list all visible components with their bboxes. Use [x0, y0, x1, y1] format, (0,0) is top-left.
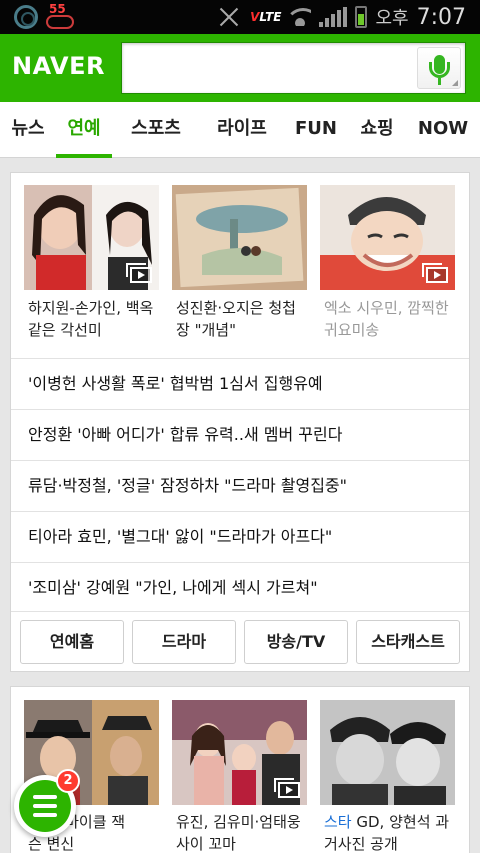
- photo-caption-2[interactable]: 성진환·오지은 청첩 장 "개념": [176, 297, 311, 341]
- notification-count: 55: [49, 2, 66, 16]
- tab-now[interactable]: NOW: [412, 102, 474, 158]
- broadcast-tv-button[interactable]: 방송/TV: [244, 620, 348, 664]
- photo-caption-3[interactable]: 엑소 시우민, 깜찍한 귀요미송: [324, 297, 459, 341]
- naver-logo[interactable]: NAVER: [12, 52, 105, 80]
- search-box[interactable]: [121, 42, 466, 94]
- tab-news[interactable]: 뉴스: [2, 102, 54, 158]
- battery-icon: [355, 6, 368, 28]
- photo-caption-1[interactable]: 하지원-손가인, 백옥 같은 각선미: [28, 297, 163, 341]
- tab-sports[interactable]: 스포츠: [120, 102, 192, 158]
- photo-thumb-3[interactable]: [320, 185, 455, 290]
- tab-life[interactable]: 라이프: [208, 102, 276, 158]
- status-bar: 55 VLTE 오후 7:07: [0, 0, 480, 34]
- tab-shopping[interactable]: 쇼핑: [352, 102, 402, 158]
- headline-link[interactable]: '조미삼' 강예원 "가인, 나에게 섹시 가르쳐": [11, 562, 469, 612]
- photo-caption-6[interactable]: 스타 GD, 양현석 과 거사진 공개: [324, 811, 459, 853]
- entertainment-photo-card: 태양, 마이클 잭 슨 변신 유진, 김유미·엄태웅 사이 꼬마 스타 GD, …: [10, 686, 470, 853]
- voice-search-button[interactable]: [417, 47, 461, 89]
- video-play-icon: [274, 778, 300, 798]
- photo-caption-5[interactable]: 유진, 김유미·엄태웅 사이 꼬마: [176, 811, 311, 853]
- star-tag: 스타: [324, 813, 352, 831]
- sync-icon: [14, 5, 38, 29]
- category-tabs: 뉴스 연예 스포츠 라이프 FUN 쇼핑 NOW: [0, 102, 480, 158]
- category-buttons: 연예홈 드라마 방송/TV 스타캐스트: [11, 611, 469, 671]
- entertainment-home-button[interactable]: 연예홈: [20, 620, 124, 664]
- video-play-icon: [422, 263, 448, 283]
- photo-thumb-6[interactable]: [320, 700, 455, 805]
- headline-link[interactable]: 안정환 '아빠 어디가' 합류 유력..새 멤버 꾸린다: [11, 409, 469, 459]
- headline-link[interactable]: 티아라 효민, '별그대' 앓이 "드라마가 아프다": [11, 511, 469, 561]
- headline-link[interactable]: '이병헌 사생활 폭로' 협박범 1심서 집행유예: [11, 358, 469, 408]
- drama-button[interactable]: 드라마: [132, 620, 236, 664]
- wifi-icon: [289, 8, 312, 26]
- ampm-label: 오후: [375, 8, 409, 29]
- photo-thumb-1[interactable]: [24, 185, 159, 290]
- tab-entertainment[interactable]: 연예: [56, 102, 112, 158]
- system-icons: VLTE 오후 7:07: [216, 4, 466, 30]
- clock: 7:07: [416, 4, 466, 30]
- menu-notification-badge: 2: [56, 769, 80, 793]
- search-input[interactable]: [130, 49, 410, 87]
- notification-badge-icon: 55: [46, 2, 76, 29]
- photo-thumb-2[interactable]: [172, 185, 307, 290]
- entertainment-news-card: 하지원-손가인, 백옥 같은 각선미 성진환·오지은 청첩 장 "개념" 엑소 …: [10, 172, 470, 672]
- starcast-button[interactable]: 스타캐스트: [356, 620, 460, 664]
- video-play-icon: [126, 263, 152, 283]
- mute-icon: [216, 7, 242, 27]
- signal-icon: [319, 7, 348, 27]
- tab-fun[interactable]: FUN: [288, 102, 344, 158]
- lte-icon: VLTE: [250, 10, 282, 24]
- menu-button[interactable]: 2: [14, 769, 80, 837]
- notification-icons: 55: [14, 2, 76, 29]
- headline-link[interactable]: 류담·박정철, '정글' 잠정하차 "드라마 촬영집중": [11, 460, 469, 510]
- app-header: NAVER: [0, 34, 480, 102]
- photo-thumb-5[interactable]: [172, 700, 307, 805]
